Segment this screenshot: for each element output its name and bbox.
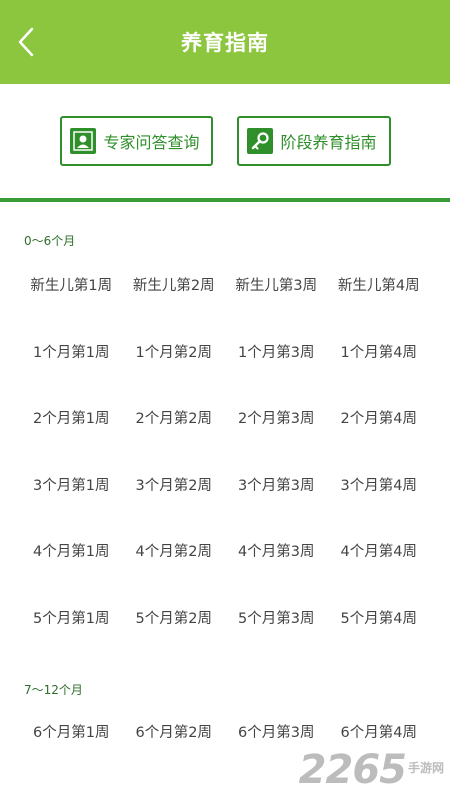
expert-qa-button[interactable]: 专家问答查询 [59,116,213,166]
week-row: 新生儿第1周 新生儿第2周 新生儿第3周 新生儿第4周 [20,274,430,298]
section-title-7-12-months: 7～12个月 [24,683,83,697]
week-item[interactable]: 1个月第2周 [123,341,226,365]
week-item[interactable]: 1个月第3周 [225,341,328,365]
user-icon [69,128,96,154]
week-row: 5个月第1周 5个月第2周 5个月第3周 5个月第4周 [20,607,430,631]
week-item[interactable]: 2个月第2周 [123,407,226,431]
week-item[interactable]: 新生儿第2周 [123,274,226,298]
week-item[interactable]: 3个月第3周 [225,474,328,498]
week-item[interactable]: 4个月第3周 [225,540,328,564]
week-item[interactable]: 4个月第4周 [328,540,431,564]
week-item[interactable]: 4个月第2周 [123,540,226,564]
week-item[interactable]: 新生儿第3周 [225,274,328,298]
week-item[interactable]: 5个月第2周 [123,607,226,631]
week-item[interactable]: 2个月第1周 [20,407,123,431]
week-item[interactable]: 3个月第2周 [123,474,226,498]
action-bar: 专家问答查询 阶段养育指南 [0,84,450,198]
week-item[interactable]: 5个月第3周 [225,607,328,631]
week-item[interactable]: 6个月第4周 [328,721,431,745]
page-title: 养育指南 [181,31,269,55]
back-button[interactable] [10,26,42,58]
key-icon [246,128,273,154]
week-item[interactable]: 2个月第3周 [225,407,328,431]
section-title-0-6-months: 0～6个月 [24,234,76,248]
divider [0,198,450,202]
week-item[interactable]: 6个月第3周 [225,721,328,745]
week-row: 1个月第1周 1个月第2周 1个月第3周 1个月第4周 [20,341,430,365]
watermark-text: 手游网 [407,761,444,775]
week-item[interactable]: 新生儿第1周 [20,274,123,298]
stage-guide-label: 阶段养育指南 [280,133,377,152]
watermark-logo: 2265 手游网 [299,750,444,790]
week-item[interactable]: 6个月第1周 [20,721,123,745]
expert-qa-label: 专家问答查询 [103,133,200,152]
week-row: 4个月第1周 4个月第2周 4个月第3周 4个月第4周 [20,540,430,564]
week-item[interactable]: 5个月第4周 [328,607,431,631]
week-item[interactable]: 新生儿第4周 [328,274,431,298]
week-item[interactable]: 3个月第1周 [20,474,123,498]
week-row: 3个月第1周 3个月第2周 3个月第3周 3个月第4周 [20,474,430,498]
stage-guide-button[interactable]: 阶段养育指南 [236,116,391,166]
week-row: 2个月第1周 2个月第2周 2个月第3周 2个月第4周 [20,407,430,431]
week-item[interactable]: 6个月第2周 [123,721,226,745]
week-item[interactable]: 1个月第1周 [20,341,123,365]
chevron-left-icon [18,27,34,57]
week-row: 6个月第1周 6个月第2周 6个月第3周 6个月第4周 [20,721,430,745]
week-item[interactable]: 4个月第1周 [20,540,123,564]
app-header: 养育指南 [0,0,450,84]
watermark-number: 2265 [298,747,407,793]
week-item[interactable]: 1个月第4周 [328,341,431,365]
week-item[interactable]: 5个月第1周 [20,607,123,631]
week-item[interactable]: 2个月第4周 [328,407,431,431]
week-item[interactable]: 3个月第4周 [328,474,431,498]
